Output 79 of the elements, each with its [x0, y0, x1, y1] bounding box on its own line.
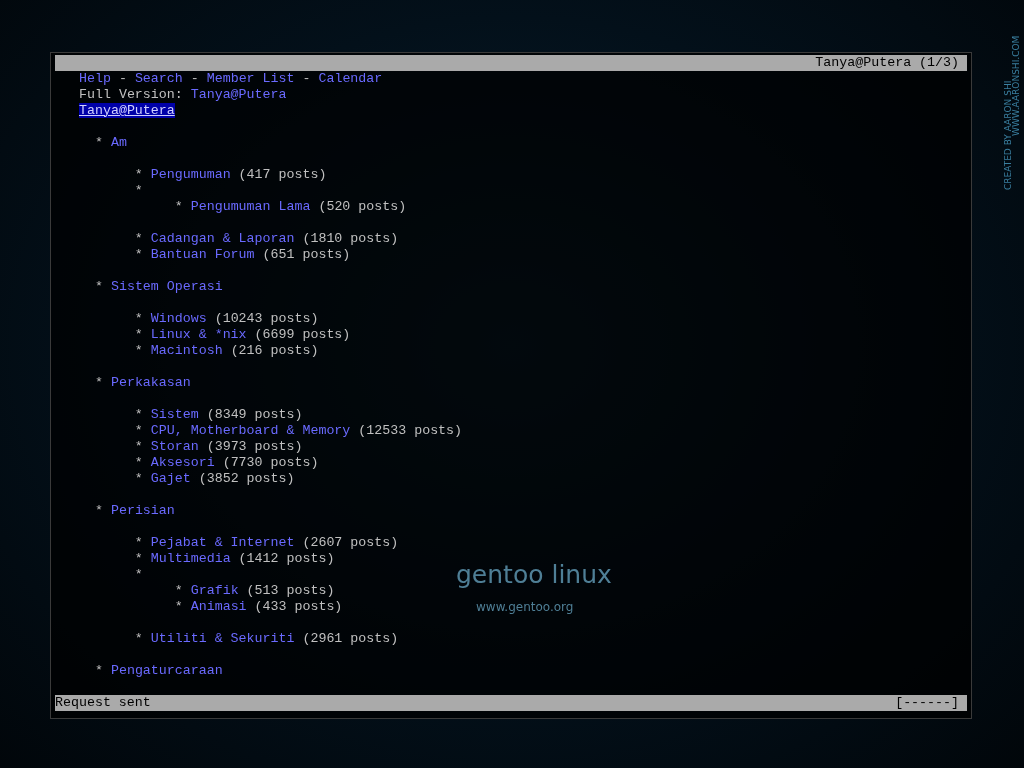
wallpaper-site-text: WWW.AARONSHI.COM — [1011, 35, 1022, 136]
category-link[interactable]: Am — [110, 135, 127, 150]
post-count: (1810 posts) — [302, 231, 399, 246]
bullet-text: * — [134, 311, 143, 326]
category-link[interactable]: Perkakasan — [110, 375, 191, 390]
subforum-link[interactable]: Grafik — [190, 583, 239, 598]
bullet-text: * — [134, 167, 143, 182]
separator-text: - — [118, 71, 127, 86]
bullet-text: * — [134, 183, 143, 198]
category-link[interactable]: Perisian — [110, 503, 175, 518]
bullet-text: * — [174, 583, 183, 598]
forum-link[interactable]: Windows — [150, 311, 207, 326]
wallpaper-url-text: www.gentoo.org — [476, 599, 574, 616]
nav-link[interactable]: Calendar — [318, 71, 383, 86]
bullet-text: * — [134, 247, 143, 262]
forum-link[interactable]: Aksesori — [150, 455, 215, 470]
forum-link[interactable]: Cadangan & Laporan — [150, 231, 295, 246]
nav-link[interactable]: Member List — [206, 71, 295, 86]
full-version-link[interactable]: Tanya@Putera — [190, 87, 287, 102]
bullet-text: * — [134, 535, 143, 550]
separator-text: - — [302, 71, 311, 86]
nav-link[interactable]: Help — [79, 71, 111, 86]
nav-link[interactable]: Search — [134, 71, 183, 86]
forum-link[interactable]: Pejabat & Internet — [150, 535, 295, 550]
bullet-text: * — [134, 631, 143, 646]
forum-link[interactable]: Macintosh — [150, 343, 223, 358]
bullet-text: * — [94, 503, 103, 518]
post-count: (8349 posts) — [206, 407, 303, 422]
forum-link[interactable]: CPU, Motherboard & Memory — [150, 423, 351, 438]
bullet-text: * — [134, 343, 143, 358]
bullet-text: * — [134, 439, 143, 454]
bullet-text: * — [134, 567, 143, 582]
post-count: (417 posts) — [238, 167, 327, 182]
wallpaper-logo-text: gentoo linux — [456, 559, 612, 591]
post-count: (651 posts) — [262, 247, 351, 262]
post-count: (520 posts) — [318, 199, 407, 214]
bullet-text: * — [174, 199, 183, 214]
forum-link[interactable]: Linux & *nix — [150, 327, 247, 342]
post-count: (7730 posts) — [222, 455, 319, 470]
bullet-text: * — [94, 375, 103, 390]
bullet-text: * — [174, 599, 183, 614]
forum-link[interactable]: Pengumuman — [150, 167, 231, 182]
forum-link[interactable]: Sistem — [150, 407, 199, 422]
forum-link[interactable]: Bantuan Forum — [150, 247, 255, 262]
bullet-text: * — [134, 407, 143, 422]
post-count: (2607 posts) — [302, 535, 399, 550]
post-count: (513 posts) — [246, 583, 335, 598]
post-count: (10243 posts) — [214, 311, 319, 326]
status-message: Request sent — [55, 695, 151, 711]
window-title: Tanya@Putera (1/3) — [815, 55, 959, 71]
forum-link[interactable]: Gajet — [150, 471, 191, 486]
post-count: (6699 posts) — [254, 327, 351, 342]
forum-link[interactable]: Utiliti & Sekuriti — [150, 631, 295, 646]
post-count: (3973 posts) — [206, 439, 303, 454]
bullet-text: * — [94, 663, 103, 678]
category-link[interactable]: Sistem Operasi — [110, 279, 223, 294]
separator-text: - — [190, 71, 199, 86]
progress-indicator: [------] — [895, 695, 959, 711]
bullet-text: * — [134, 455, 143, 470]
post-count: (433 posts) — [254, 599, 343, 614]
forum-link[interactable]: Storan — [150, 439, 199, 454]
forum-link[interactable]: Multimedia — [150, 551, 231, 566]
bullet-text: * — [134, 551, 143, 566]
bullet-text: * — [134, 327, 143, 342]
post-count: (3852 posts) — [198, 471, 295, 486]
post-count: (12533 posts) — [358, 423, 463, 438]
bullet-text: * — [94, 135, 103, 150]
subforum-link[interactable]: Animasi — [190, 599, 247, 614]
bullet-text: * — [94, 279, 103, 294]
bullet-text: * — [134, 423, 143, 438]
page-link[interactable]: Tanya@Putera — [79, 103, 175, 118]
post-count: (2961 posts) — [302, 631, 399, 646]
category-link[interactable]: Pengaturcaraan — [110, 663, 223, 678]
post-count: (1412 posts) — [238, 551, 335, 566]
bullet-text: * — [134, 471, 143, 486]
bullet-text: * — [134, 231, 143, 246]
subforum-link[interactable]: Pengumuman Lama — [190, 199, 311, 214]
full-version-label: Full Version: — [79, 87, 183, 102]
post-count: (216 posts) — [230, 343, 319, 358]
